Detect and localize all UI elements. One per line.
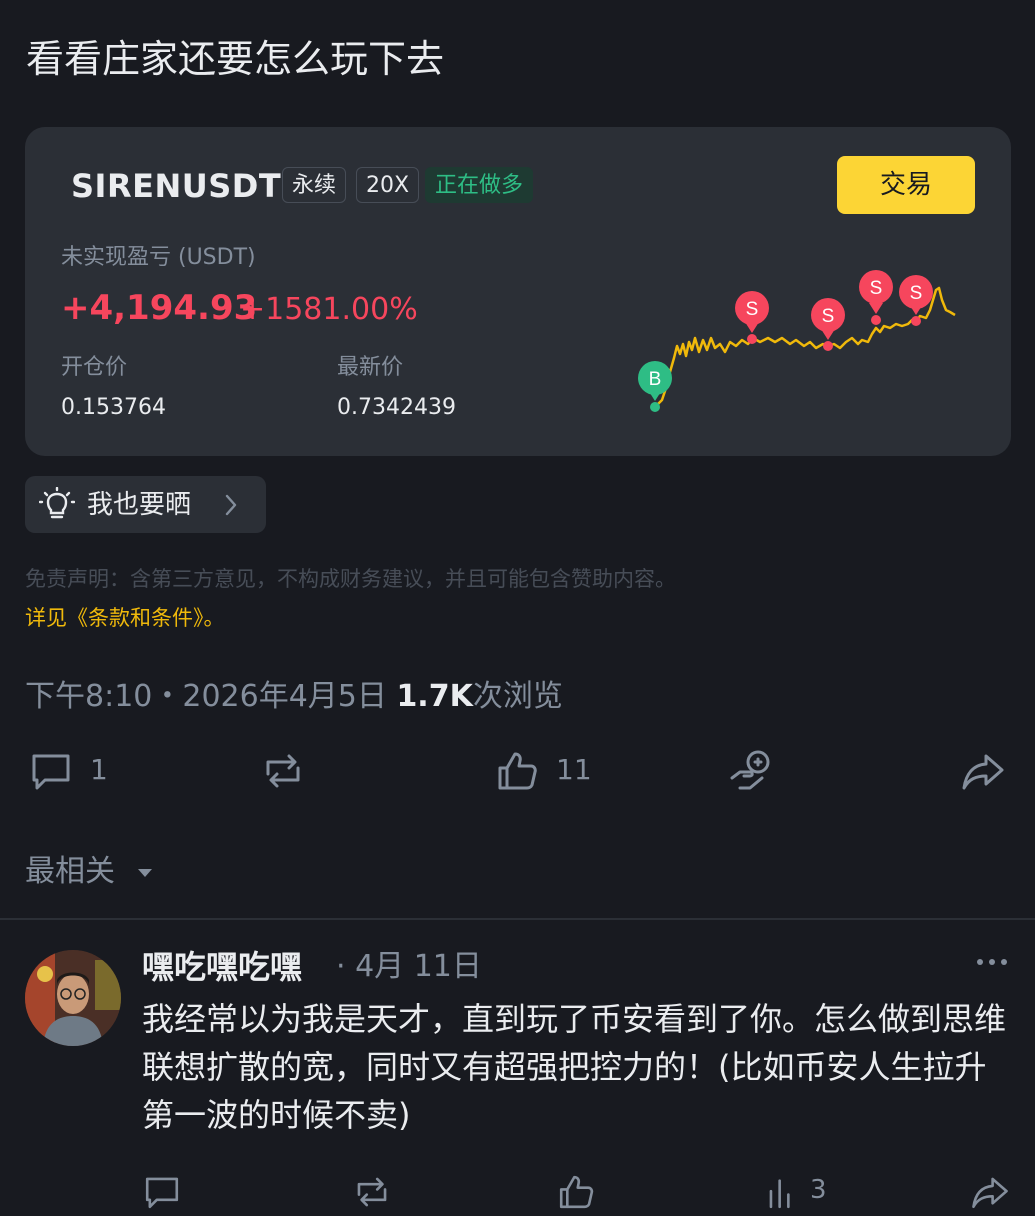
tag-leverage: 20X	[356, 167, 420, 203]
comment-date: · 4月 11日	[336, 949, 482, 984]
sell-marker-label: S	[870, 278, 883, 299]
open-price-label: 开仓价	[61, 355, 128, 380]
comment-button[interactable]: 1	[28, 748, 118, 796]
sell-marker-label: S	[822, 306, 835, 327]
post-timestamp: 下午8:10・2026年4月5日	[25, 679, 387, 714]
buy-marker-label: B	[649, 369, 662, 390]
sort-dropdown[interactable]: 最相关	[25, 852, 115, 892]
pnl-percent: +1581.00%	[240, 292, 418, 327]
comment-icon	[32, 754, 70, 790]
price-sparkline: B S S S S	[638, 270, 956, 412]
tag-perpetual: 永续	[282, 167, 347, 203]
bar-chart-icon	[769, 1179, 790, 1209]
comment-view-count: 3	[810, 1175, 827, 1205]
post-title: 看看庄家还要怎么玩下去	[26, 37, 445, 81]
last-price-label: 最新价	[337, 355, 404, 380]
tip-button[interactable]	[728, 748, 778, 796]
pnl-value: +4,194.93	[61, 288, 258, 328]
like-count: 11	[556, 753, 592, 786]
post-meta: 下午8:10・2026年4月5日 1.7K次浏览	[25, 677, 563, 717]
terms-link[interactable]: 详见《条款和条件》。	[25, 604, 225, 632]
view-count: 1.7K	[396, 679, 473, 714]
view-suffix: 次浏览	[472, 679, 563, 714]
share-icon	[972, 1177, 1008, 1209]
share-button[interactable]	[960, 748, 1010, 796]
share-label: 我也要晒	[87, 490, 192, 520]
share-icon	[962, 754, 1004, 790]
pnl-label: 未实现盈亏 (USDT)	[61, 245, 256, 270]
avatar-image	[25, 950, 121, 1046]
repost-button[interactable]	[260, 748, 310, 796]
repost-icon	[357, 1177, 387, 1207]
lightbulb-icon	[39, 487, 75, 519]
sell-marker-2: S	[811, 298, 845, 351]
symbol: SIRENUSDT	[71, 167, 282, 205]
avatar[interactable]	[25, 950, 121, 1046]
sell-marker-3: S	[859, 270, 893, 325]
comment-reply-button[interactable]	[142, 1172, 182, 1212]
chevron-right-icon	[225, 494, 237, 516]
buy-marker: B	[638, 361, 672, 412]
like-icon	[498, 752, 537, 790]
sell-marker-label: S	[910, 283, 923, 304]
repost-icon	[266, 754, 300, 788]
last-price-value: 0.7342439	[337, 395, 456, 420]
disclaimer-text: 免责声明：含第三方意见，不构成财务建议，并且可能包含赞助内容。	[25, 567, 676, 591]
sell-marker-4: S	[899, 275, 933, 326]
like-button[interactable]: 11	[494, 748, 594, 796]
divider	[0, 918, 1035, 920]
more-icon[interactable]	[974, 952, 1010, 972]
comment-share-button[interactable]	[970, 1172, 1010, 1212]
comment-author[interactable]: 嘿吃嘿吃嘿	[142, 945, 302, 989]
like-icon	[559, 1175, 594, 1209]
caret-down-icon	[138, 869, 152, 877]
comment-icon	[145, 1177, 179, 1209]
tag-long: 正在做多	[425, 167, 534, 203]
sell-marker-label: S	[746, 299, 759, 320]
trade-button[interactable]: 交易	[837, 156, 975, 214]
sell-marker-1: S	[735, 291, 769, 344]
tip-icon	[730, 750, 770, 790]
comment-repost-button[interactable]	[352, 1172, 392, 1212]
share-position-button[interactable]: 我也要晒	[25, 476, 266, 533]
comment-text: 我经常以为我是天才，直到玩了币安看到了你。怎么做到思维联想扩散的宽，同时又有超强…	[142, 1000, 1007, 1134]
open-price-value: 0.153764	[61, 395, 166, 420]
comment-like-button[interactable]	[556, 1172, 596, 1212]
comment-views: 3	[764, 1172, 844, 1212]
comment-count: 1	[90, 753, 108, 786]
